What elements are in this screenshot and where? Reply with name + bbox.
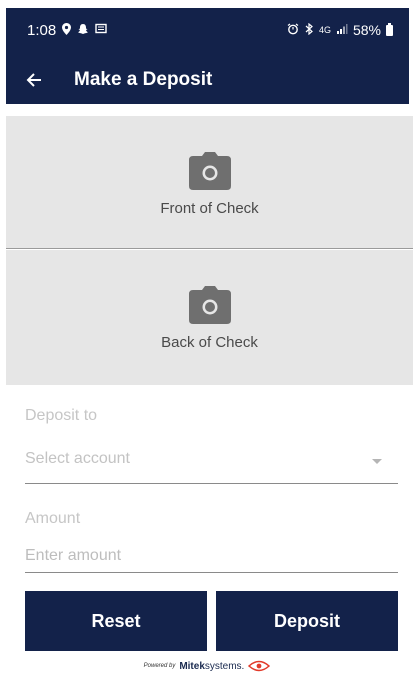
app-bar: Make a Deposit: [6, 60, 409, 100]
status-time: 1:08: [27, 21, 57, 39]
snapchat-icon: [77, 23, 89, 37]
alarm-icon: [287, 23, 299, 37]
deposit-button[interactable]: Deposit: [216, 591, 398, 651]
signal-icon: [336, 23, 348, 37]
amount-input[interactable]: [25, 539, 398, 573]
chevron-down-icon: [372, 459, 382, 464]
mitek-eye-logo-icon: [248, 660, 271, 672]
back-of-check-label: Back of Check: [161, 334, 258, 351]
brand-name: Mitek: [179, 660, 205, 672]
message-icon: [95, 23, 107, 37]
page-title: Make a Deposit: [74, 69, 213, 90]
account-select-placeholder: Select account: [25, 450, 130, 467]
front-of-check-label: Front of Check: [160, 200, 259, 217]
front-of-check-capture[interactable]: Front of Check: [6, 116, 413, 249]
battery-percent: 58%: [352, 22, 381, 38]
header: 1:08 4G 58% Make a Deposit: [6, 8, 409, 104]
brand-suffix: systems.: [204, 660, 245, 672]
status-left: 1:08: [27, 22, 107, 39]
account-select[interactable]: Select account: [25, 450, 398, 484]
status-right: 4G 58%: [287, 22, 393, 38]
bluetooth-icon: [304, 22, 314, 37]
camera-icon: [188, 286, 231, 324]
back-of-check-capture[interactable]: Back of Check: [6, 250, 413, 385]
status-bar: 1:08 4G 58%: [6, 8, 409, 52]
powered-by-text: Powered by: [143, 663, 176, 669]
deposit-to-label: Deposit to: [25, 407, 98, 424]
powered-by-footer: Powered by Mitek systems.: [0, 660, 414, 672]
reset-button[interactable]: Reset: [25, 591, 207, 651]
network-type-icon: 4G: [318, 24, 331, 35]
camera-icon: [188, 152, 231, 190]
amount-label: Amount: [25, 510, 81, 527]
location-pin-icon: [62, 23, 72, 37]
battery-icon: [386, 22, 393, 36]
back-arrow-icon[interactable]: [24, 70, 44, 90]
